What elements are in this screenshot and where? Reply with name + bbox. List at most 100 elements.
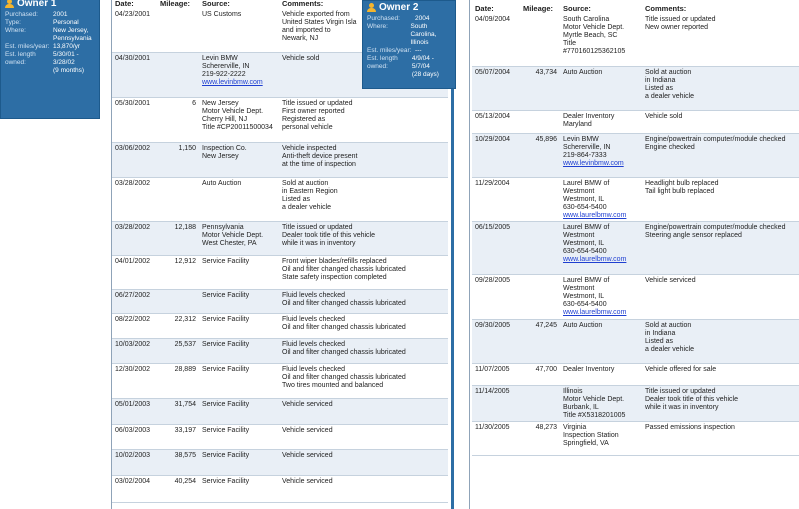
comment-line: Listed as xyxy=(645,84,674,92)
owner-value-line: --- xyxy=(415,47,422,54)
record-source: Pennsylvania Motor Vehicle Dept. West Ches… xyxy=(199,221,279,255)
history-row: 08/22/2002 22,312 Service Facility Fluid le… xyxy=(112,313,448,338)
record-comments: Headlight bulb replaced Tail light bulb r… xyxy=(642,177,799,221)
source-line: Laurel BMW of xyxy=(563,276,610,284)
comment-line: Headlight bulb replaced xyxy=(645,179,719,187)
record-mileage xyxy=(520,177,560,221)
history-row: 10/29/2004 45,896 Levin BMW Schererville, I… xyxy=(472,133,799,177)
comment-line: Vehicle inspected xyxy=(282,144,337,152)
owner-field-label: Where: xyxy=(367,23,388,30)
record-date: 06/27/2002 xyxy=(115,291,151,299)
comment-line: Sold at auction xyxy=(282,179,329,187)
person-icon xyxy=(367,3,376,12)
record-comments: Fluid levels checked Oil and filter chang… xyxy=(279,313,448,338)
owner-field-value: 5/30/01 -3/28/02 (9 months) xyxy=(53,51,84,75)
record-comments: Title issued or updated First owner repor… xyxy=(279,97,448,142)
record-date: 10/29/2004 xyxy=(475,135,511,143)
owner-value-line: South Carolina, xyxy=(410,23,437,38)
record-date: 11/14/2005 xyxy=(475,387,510,395)
record-mileage: 47,245 xyxy=(535,321,557,329)
record-source: US Customs xyxy=(199,9,279,52)
record-source: Service Facility xyxy=(199,424,279,449)
record-mileage: 33,197 xyxy=(174,426,196,434)
source-line: Auto Auction xyxy=(563,321,603,329)
source-line: Motor Vehicle Dept. xyxy=(202,107,264,115)
dealer-website-link[interactable]: www.laurelbmw.com xyxy=(563,212,626,219)
record-comments: Vehicle serviced xyxy=(279,449,448,475)
source-line: Service Facility xyxy=(202,451,250,459)
owner-field: Est. miles/year: --- xyxy=(363,47,455,55)
record-comments: Title issued or updated New owner reporte… xyxy=(642,14,799,66)
owner-field-value: 2004 xyxy=(415,15,429,23)
record-date: 04/01/2002 xyxy=(115,257,151,265)
record-source: Illinois Motor Vehicle Dept. Burbank, IL Ti… xyxy=(560,385,642,421)
record-date: 05/13/2004 xyxy=(475,112,511,120)
record-comments: Title issued or updated Dealer took title… xyxy=(279,221,448,255)
source-line: Service Facility xyxy=(202,426,250,434)
record-mileage xyxy=(520,110,560,133)
owner-field: Purchased: 2001 xyxy=(1,11,99,19)
source-line: Cherry Hill, NJ xyxy=(202,115,248,123)
source-line: Myrtle Beach, SC xyxy=(563,32,618,39)
owner-value-line: Illinois xyxy=(410,39,429,46)
comment-line: Title issued or updated xyxy=(645,387,716,395)
source-line: Title #X5318201005 xyxy=(563,411,626,419)
history-row: 05/01/2003 31,754 Service Facility Vehicle … xyxy=(112,398,448,424)
owner-field: Where: South Carolina, Illinois xyxy=(363,23,455,47)
record-comments: Engine/powertrain computer/module checke… xyxy=(642,221,799,274)
record-source: Auto Auction xyxy=(560,66,642,110)
comment-line: Listed as xyxy=(645,337,674,345)
header-mileage: Mileage: xyxy=(160,0,191,8)
record-date: 03/02/2004 xyxy=(115,477,151,485)
owner-field-label: Purchased: xyxy=(5,11,38,18)
history-row: 04/01/2002 12,912 Service Facility Front wi… xyxy=(112,255,448,289)
record-source: Service Facility xyxy=(199,449,279,475)
record-comments: Fluid levels checked Oil and filter chang… xyxy=(279,289,448,313)
comment-line: New owner reported xyxy=(645,24,709,31)
dealer-website-link[interactable]: www.levinbmw.com xyxy=(202,79,263,86)
history-row: 10/03/2002 25,537 Service Facility Fluid le… xyxy=(112,338,448,363)
comment-line: Sold at auction xyxy=(645,321,692,329)
record-comments: Vehicle sold xyxy=(642,110,799,133)
owner-2-title: Owner 2 xyxy=(379,2,419,13)
record-mileage: 6 xyxy=(192,99,196,107)
comment-line: Steering angle sensor replaced xyxy=(645,231,742,239)
record-comments: Fluid levels checked Oil and filter chang… xyxy=(279,338,448,363)
owner-field: Type: Personal xyxy=(1,19,99,27)
record-date: 04/30/2001 xyxy=(115,54,151,62)
record-date: 04/09/2004 xyxy=(475,16,511,23)
owner-field-label: Est. length owned: xyxy=(367,55,398,70)
record-date: 05/01/2003 xyxy=(115,400,151,408)
record-date: 09/28/2005 xyxy=(475,276,511,284)
record-date: 08/22/2002 xyxy=(115,315,151,323)
record-date: 06/03/2003 xyxy=(115,426,151,434)
dealer-website-link[interactable]: www.laurelbmw.com xyxy=(563,309,626,316)
owner-field: Est. length owned: 5/30/01 -3/28/02 (9 mon… xyxy=(1,51,99,75)
source-line: 219-922-2222 xyxy=(202,70,246,78)
dealer-website-link[interactable]: www.levinbmw.com xyxy=(563,160,624,167)
source-line: US Customs xyxy=(202,11,242,18)
comment-line: Fluid levels checked xyxy=(282,291,346,299)
comment-line: in Indiana xyxy=(645,76,676,84)
dealer-website-link[interactable]: www.laurelbmw.com xyxy=(563,256,626,263)
owner-field: Where: New Jersey, Pennsylvania xyxy=(1,27,99,43)
record-comments: Sold at auction in Indiana Listed as a deal… xyxy=(642,319,799,363)
history-row: 09/28/2005 Laurel BMW of Westmont Westmont,… xyxy=(472,274,799,319)
record-date: 03/06/2002 xyxy=(115,144,151,152)
owner-field-value: 2001 xyxy=(53,11,67,19)
source-line: Title xyxy=(563,40,576,47)
record-date: 11/29/2004 xyxy=(475,179,510,187)
owner-field-value: 13,870/yr xyxy=(53,43,80,51)
record-mileage xyxy=(520,385,560,421)
comment-line: State safety inspection completed xyxy=(282,273,387,281)
owner-1-panel: Owner 1 Purchased: 2001 Type: Personal Where… xyxy=(0,0,100,119)
source-line: Service Facility xyxy=(202,400,250,408)
comment-line: Sold at auction xyxy=(645,68,692,76)
history-row: 03/28/2002 12,188 Pennsylvania Motor Vehicl… xyxy=(112,221,448,255)
source-line: Illinois xyxy=(563,387,583,395)
comment-line: Listed as xyxy=(282,195,311,203)
owner-value-line: 3/28/02 xyxy=(53,59,75,66)
history-row: 03/28/2002 Auto Auction Sold at auction in … xyxy=(112,177,448,221)
record-date: 03/28/2002 xyxy=(115,179,151,187)
history-row: 03/02/2004 40,254 Service Facility Vehicle … xyxy=(112,475,448,502)
